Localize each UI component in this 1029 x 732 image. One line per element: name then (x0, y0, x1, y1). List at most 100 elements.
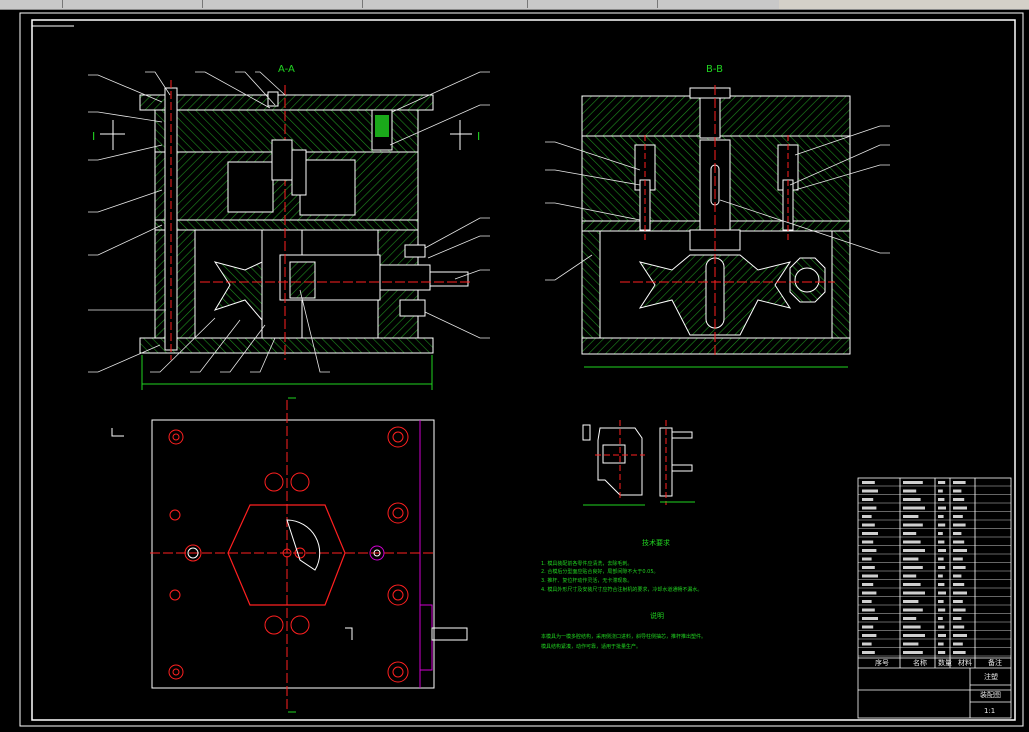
tech-item-2: 2. 合模后分型面应贴合良好，局部间隙不大于0.05。 (541, 568, 659, 575)
bom-cell-glyphs (862, 591, 877, 595)
bom-cell-glyphs (862, 574, 878, 578)
bom-cell-glyphs (903, 617, 917, 620)
view-i-right-label: I (477, 130, 480, 143)
bom-cell-glyphs (903, 583, 921, 586)
bom-cell-glyphs (953, 651, 966, 654)
bom-cell-glyphs (938, 651, 946, 654)
bom-cell-glyphs (938, 557, 944, 561)
bom-cell-glyphs (938, 608, 946, 612)
bom-cell-glyphs (862, 566, 875, 569)
bom-cell-glyphs (938, 600, 944, 603)
bom-cell-glyphs (953, 506, 967, 510)
bom-cell-glyphs (862, 557, 872, 561)
title-scale: 1:1 (984, 707, 995, 715)
bom-cell-glyphs (903, 566, 923, 569)
bom-cell-glyphs (862, 532, 878, 535)
bom-cell-glyphs (862, 600, 872, 603)
bom-cell-glyphs (903, 498, 921, 501)
bom-cell-glyphs (938, 523, 946, 527)
bom-cell-glyphs (903, 481, 923, 484)
bom-cell-glyphs (862, 506, 877, 510)
bom-cell-glyphs (938, 642, 944, 646)
title-name: 装配图 (980, 690, 1001, 699)
bom-cell-glyphs (953, 549, 967, 552)
bom-cell-glyphs (938, 617, 943, 620)
bom-cell-glyphs (953, 566, 966, 569)
bom-cell-glyphs (903, 506, 925, 510)
desc-title: 说明 (650, 611, 664, 620)
bom-cell-glyphs (903, 625, 921, 629)
bom-cell-glyphs (862, 481, 875, 484)
bom-cell-glyphs (903, 549, 925, 552)
footer-col-1: 序号 (875, 658, 889, 667)
bom-cell-glyphs (862, 608, 875, 612)
bom-rows (858, 481, 1011, 657)
bom-cell-glyphs (903, 515, 919, 518)
bom-cell-glyphs (903, 489, 917, 493)
bom-cell-glyphs (903, 574, 917, 578)
bom-cell-glyphs (953, 634, 967, 637)
bom-cell-glyphs (953, 481, 966, 484)
bom-cell-glyphs (862, 489, 878, 493)
bom-cell-glyphs (938, 515, 944, 518)
bom-cell-glyphs (903, 557, 919, 561)
section-bb-label: B-B (706, 64, 723, 75)
bom-cell-glyphs (862, 625, 874, 629)
bom-cell-glyphs (938, 574, 943, 578)
detail-view (582, 420, 695, 506)
tech-item-1: 1. 模具装配前各零件应清洗，去除毛刺。 (541, 560, 632, 567)
tech-title: 技术要求 (642, 538, 670, 547)
section-aa-view: A-A I I (88, 64, 490, 390)
tech-item-3: 3. 推杆、复位杆动作灵活，无卡滞现象。 (541, 577, 632, 584)
bom-cell-glyphs (862, 549, 877, 552)
bom-cell-glyphs (903, 591, 925, 595)
bom-cell-glyphs (953, 557, 963, 561)
bom-cell-glyphs (953, 574, 962, 578)
bom-cell-glyphs (903, 523, 923, 527)
bom-cell-glyphs (953, 523, 966, 527)
bom-cell-glyphs (862, 515, 872, 518)
footer-col-4: 材料 (958, 658, 972, 667)
title-main: 注塑 (984, 672, 998, 681)
footer-col-5: 备注 (988, 658, 1002, 667)
bom-cell-glyphs (953, 625, 965, 629)
bom-cell-glyphs (938, 634, 946, 637)
footer-col-3: 数量 (938, 658, 952, 667)
bom-cell-glyphs (953, 608, 966, 612)
bom-cell-glyphs (953, 532, 962, 535)
bom-cell-glyphs (953, 617, 962, 620)
bom-cell-glyphs (938, 506, 946, 510)
bom-cell-glyphs (953, 498, 965, 501)
bom-cell-glyphs (903, 642, 919, 646)
bom-cell-glyphs (903, 532, 917, 535)
section-aa-label: A-A (278, 64, 295, 75)
desc-line-2: 模具结构紧凑，动作可靠，适用于批量生产。 (541, 643, 641, 650)
bom-cell-glyphs (903, 608, 923, 612)
bom-cell-glyphs (862, 583, 874, 586)
technical-notes: 技术要求 1. 模具装配前各零件应清洗，去除毛刺。 2. 合模后分型面应贴合良好… (541, 538, 706, 650)
bom-cell-glyphs (953, 540, 965, 544)
bom-cell-glyphs (938, 540, 945, 544)
tech-item-4: 4. 模具外形尺寸及安装尺寸应符合注射机的要求，冷却水道通畅不漏水。 (541, 586, 702, 593)
bom-cell-glyphs (953, 600, 963, 603)
bom-cell-glyphs (938, 481, 946, 484)
desc-line-1: 本模具为一模多腔结构，采用侧浇口进料，斜导柱侧抽芯，推杆推出塑件。 (541, 633, 706, 640)
bom-cell-glyphs (903, 600, 919, 603)
title-block (857, 477, 1012, 719)
cad-drawing-canvas[interactable]: A-A I I B-B 技术要求 1. 模具装配前各零件应清洗，去除毛刺。 2.… (0, 0, 1029, 732)
bom-cell-glyphs (938, 532, 943, 535)
plan-view (111, 397, 468, 713)
section-bb-view: B-B (545, 64, 890, 368)
bom-cell-glyphs (862, 642, 872, 646)
bom-cell-glyphs (903, 634, 925, 637)
footer-col-2: 名称 (913, 658, 927, 667)
bom-cell-glyphs (953, 642, 963, 646)
bom-cell-glyphs (862, 651, 875, 654)
bom-cell-glyphs (903, 651, 923, 654)
bom-cell-glyphs (862, 617, 878, 620)
bom-cell-glyphs (938, 591, 946, 595)
bom-cell-glyphs (938, 489, 943, 493)
bom-cell-glyphs (953, 515, 963, 518)
bom-cell-glyphs (862, 540, 874, 544)
bom-cell-glyphs (862, 498, 874, 501)
